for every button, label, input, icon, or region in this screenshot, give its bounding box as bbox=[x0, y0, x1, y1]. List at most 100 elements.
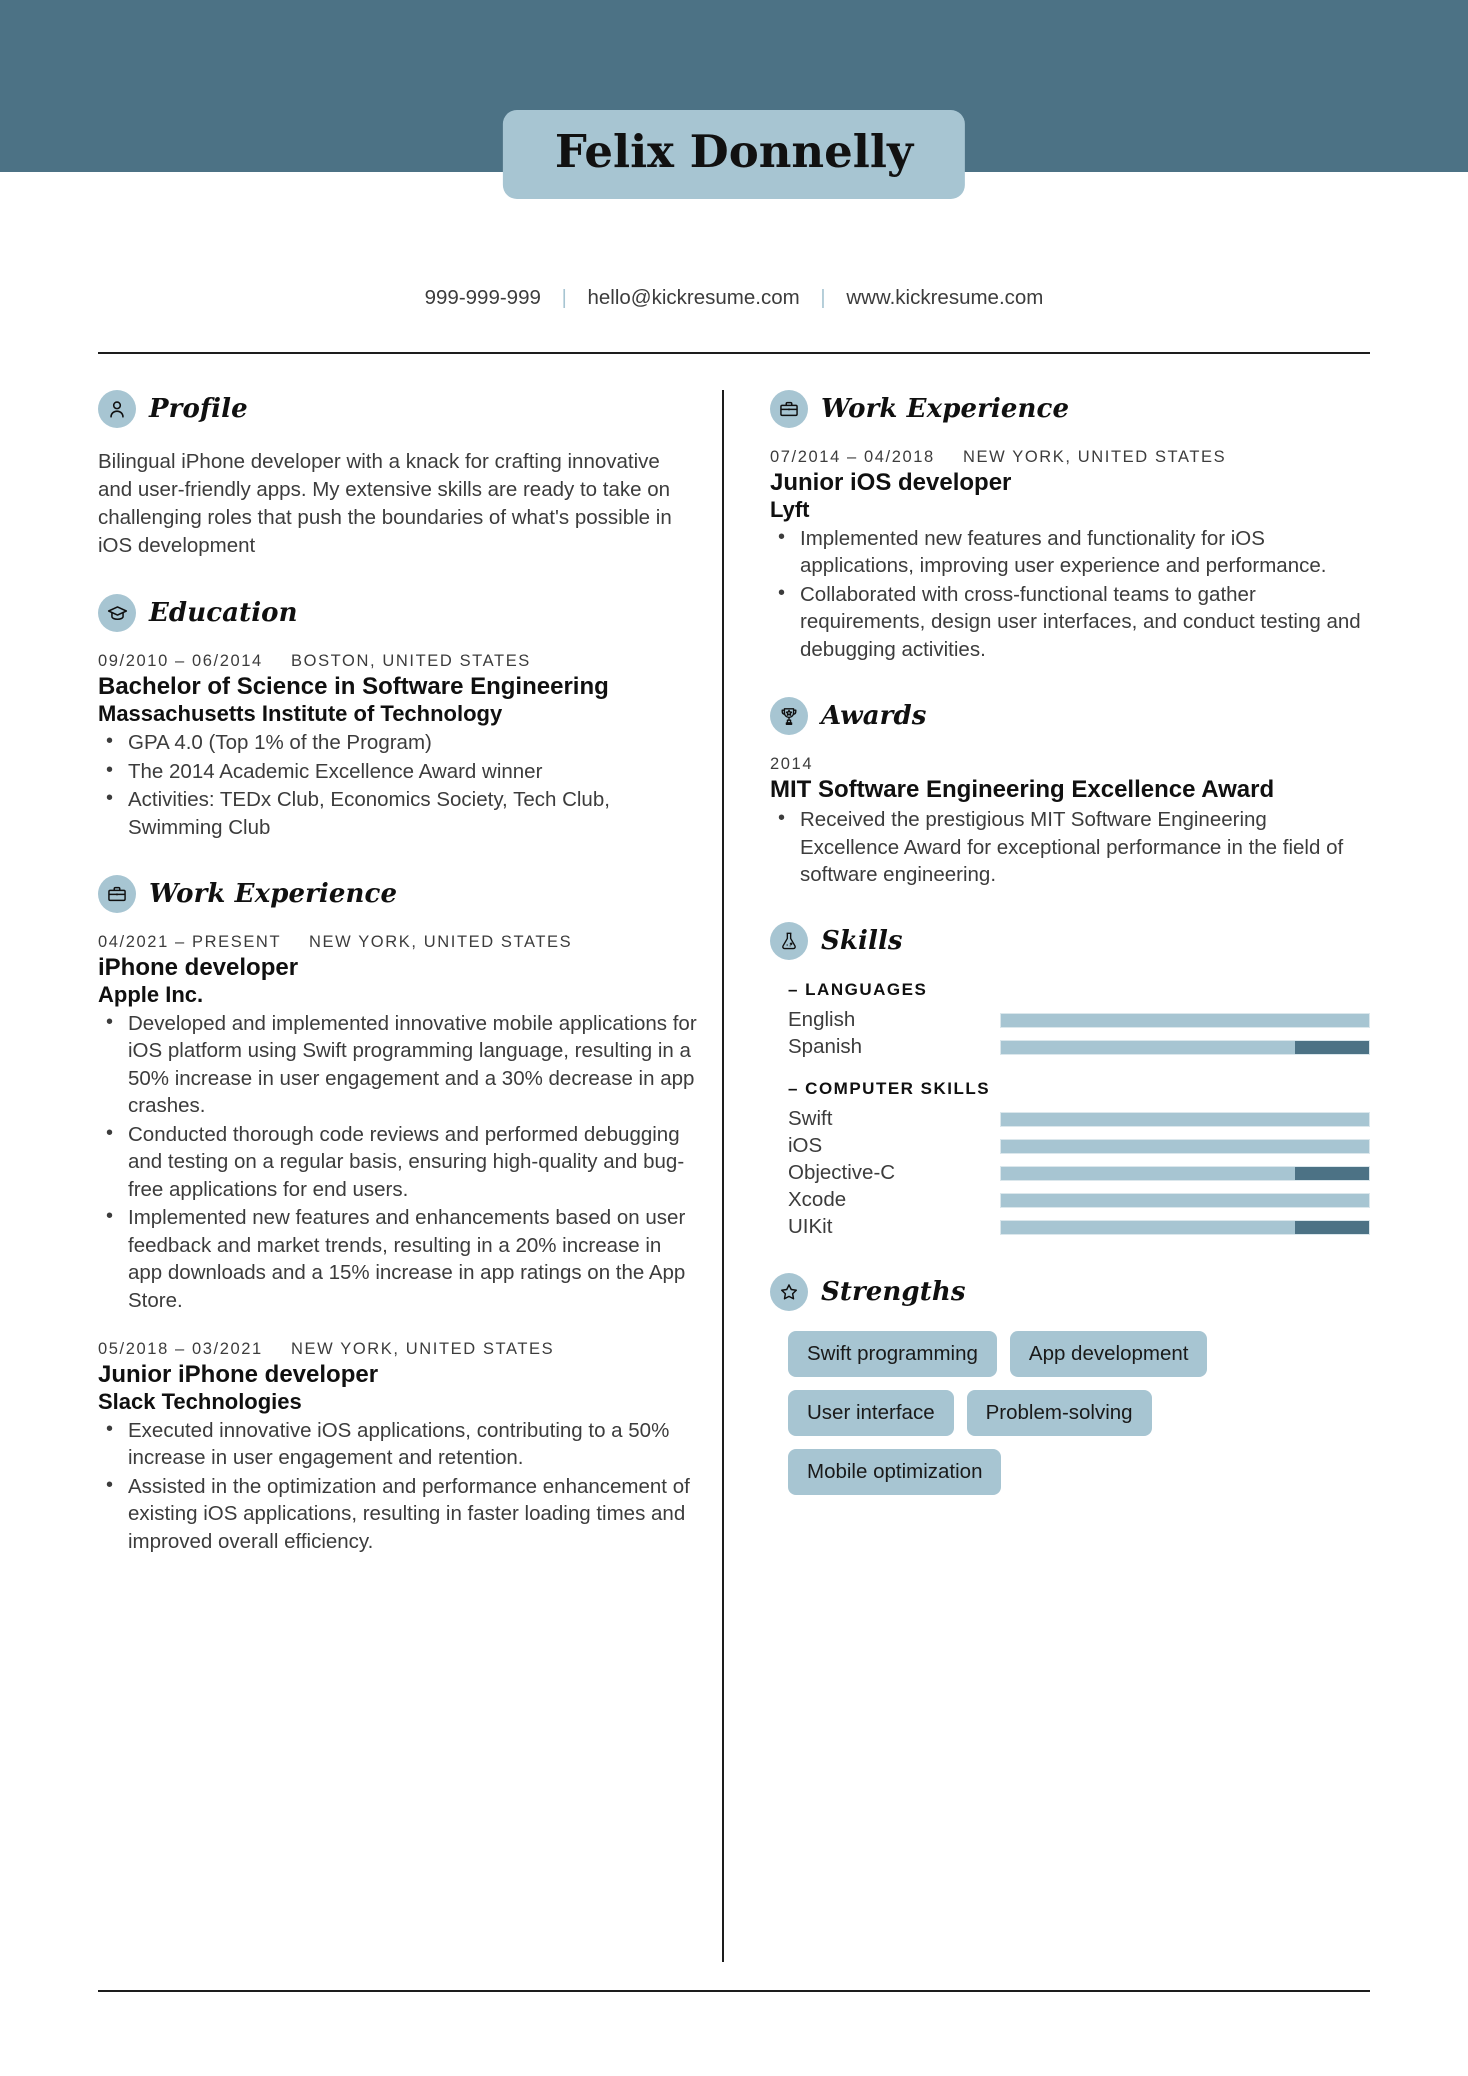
skill-bar bbox=[1000, 1192, 1370, 1208]
entry-bullet-list: Implemented new features and functionali… bbox=[770, 524, 1370, 663]
list-item: Received the prestigious MIT Software En… bbox=[770, 805, 1370, 888]
entry-meta: 2014 bbox=[770, 755, 1370, 774]
skill-name: Xcode bbox=[788, 1188, 847, 1212]
entry-meta: 05/2018 – 03/2021 NEW YORK, UNITED STATE… bbox=[98, 1340, 698, 1359]
skill-row: UIKit bbox=[770, 1215, 1370, 1239]
entry-title: MIT Software Engineering Excellence Awar… bbox=[770, 776, 1275, 804]
briefcase-icon bbox=[770, 390, 808, 428]
strengths-tag-list: Swift programming App development User i… bbox=[788, 1331, 1288, 1496]
entry-location: NEW YORK, UNITED STATES bbox=[309, 933, 573, 952]
section-title-skills: Skills bbox=[821, 926, 903, 957]
skill-bar-fill bbox=[1001, 1220, 1296, 1234]
strength-tag: Swift programming bbox=[788, 1331, 997, 1378]
skill-bar-fill bbox=[1001, 1112, 1369, 1126]
flask-icon bbox=[770, 922, 808, 961]
section-awards: Awards 2014 MIT Software Engineering Exc… bbox=[770, 697, 1370, 888]
entry-dates: 09/2010 – 06/2014 bbox=[98, 652, 263, 671]
skill-name: iOS bbox=[788, 1134, 823, 1158]
list-item: Assisted in the optimization and perform… bbox=[98, 1472, 698, 1555]
section-strengths: Strengths Swift programming App developm… bbox=[770, 1273, 1370, 1496]
skill-bar bbox=[1000, 1138, 1370, 1154]
skill-bar-fill bbox=[1001, 1193, 1369, 1207]
skill-row: Xcode bbox=[770, 1188, 1370, 1212]
work-entry: 05/2018 – 03/2021 NEW YORK, UNITED STATE… bbox=[98, 1340, 698, 1555]
list-item: Conducted thorough code reviews and perf… bbox=[98, 1120, 698, 1203]
contact-email[interactable]: hello@kickresume.com bbox=[587, 286, 799, 309]
entry-title: Bachelor of Science in Software Engineer… bbox=[98, 673, 609, 701]
entry-title: Junior iPhone developer bbox=[98, 1361, 379, 1388]
star-icon bbox=[770, 1273, 808, 1312]
skill-name: UIKit bbox=[788, 1215, 833, 1239]
entry-location: BOSTON, UNITED STATES bbox=[291, 652, 531, 671]
entry-organization: Apple Inc. bbox=[98, 981, 204, 1007]
entry-bullet-list: GPA 4.0 (Top 1% of the Program) The 2014… bbox=[98, 728, 698, 841]
section-title-awards: Awards bbox=[821, 701, 927, 732]
header-divider-rule bbox=[98, 352, 1370, 354]
skill-bar bbox=[1000, 1111, 1370, 1127]
contact-separator-2: | bbox=[820, 287, 826, 309]
skill-bar bbox=[1000, 1219, 1370, 1235]
section-header-strengths: Strengths bbox=[770, 1273, 1370, 1312]
person-icon bbox=[98, 390, 136, 428]
trophy-icon bbox=[770, 697, 808, 736]
entry-meta: 04/2021 – PRESENT NEW YORK, UNITED STATE… bbox=[98, 933, 698, 952]
skill-bar bbox=[1000, 1012, 1370, 1028]
skill-bar-fill bbox=[1001, 1166, 1296, 1180]
entry-meta: 09/2010 – 06/2014 BOSTON, UNITED STATES bbox=[98, 652, 698, 671]
section-title-work-experience-left: Work Experience bbox=[149, 879, 398, 910]
entry-bullet-list: Received the prestigious MIT Software En… bbox=[770, 805, 1370, 888]
section-title-strengths: Strengths bbox=[821, 1277, 966, 1308]
skill-bar bbox=[1000, 1165, 1370, 1181]
entry-organization: Massachusetts Institute of Technology bbox=[98, 701, 503, 727]
section-profile: Profile Bilingual iPhone developer with … bbox=[98, 390, 698, 560]
entry-dates: 05/2018 – 03/2021 bbox=[98, 1340, 263, 1358]
skill-group-computer-skills: – COMPUTER SKILLS Swift iOS Objective-C bbox=[770, 1079, 1370, 1239]
section-header-skills: Skills bbox=[770, 922, 1370, 961]
list-item: The 2014 Academic Excellence Award winne… bbox=[98, 757, 698, 785]
briefcase-icon bbox=[98, 875, 136, 914]
skill-name: Objective-C bbox=[788, 1161, 896, 1185]
contact-separator-1: | bbox=[561, 287, 567, 309]
skill-bar-fill bbox=[1001, 1040, 1296, 1054]
section-education: Education 09/2010 – 06/2014 BOSTON, UNIT… bbox=[98, 594, 698, 841]
skill-group-languages: – LANGUAGES English Spanish bbox=[770, 980, 1370, 1059]
strength-tag: Problem-solving bbox=[966, 1390, 1152, 1437]
entry-title: iPhone developer bbox=[98, 954, 299, 982]
list-item: Developed and implemented innovative mob… bbox=[98, 1009, 698, 1120]
entry-organization: Lyft bbox=[770, 496, 810, 522]
work-entry: 07/2014 – 04/2018 NEW YORK, UNITED STATE… bbox=[770, 448, 1370, 663]
name-badge: Felix Donnelly bbox=[502, 110, 966, 200]
section-header-work-experience-right: Work Experience bbox=[770, 390, 1370, 428]
skill-row: iOS bbox=[770, 1134, 1370, 1158]
page-title: Felix Donnelly bbox=[554, 125, 914, 178]
section-header-work-experience-left: Work Experience bbox=[98, 875, 698, 914]
entry-dates: 07/2014 – 04/2018 bbox=[770, 448, 935, 466]
skill-group-label: – LANGUAGES bbox=[788, 980, 928, 1000]
strength-tag: Mobile optimization bbox=[788, 1449, 1002, 1496]
skill-name: English bbox=[788, 1008, 856, 1032]
skill-name: Spanish bbox=[788, 1035, 863, 1059]
contact-row: 999-999-999 | hello@kickresume.com | www… bbox=[0, 286, 1468, 310]
skill-row: Objective-C bbox=[770, 1161, 1370, 1185]
skill-row: Spanish bbox=[770, 1035, 1370, 1059]
entry-bullet-list: Developed and implemented innovative mob… bbox=[98, 1009, 698, 1314]
list-item: Collaborated with cross-functional teams… bbox=[770, 580, 1370, 663]
entry-dates: 04/2021 – PRESENT bbox=[98, 933, 281, 952]
entry-organization: Slack Technologies bbox=[98, 1388, 302, 1414]
section-work-experience-right: Work Experience 07/2014 – 04/2018 NEW YO… bbox=[770, 390, 1370, 663]
list-item: Implemented new features and functionali… bbox=[770, 524, 1370, 580]
strength-tag: App development bbox=[1009, 1331, 1208, 1378]
contact-website[interactable]: www.kickresume.com bbox=[846, 286, 1043, 309]
footer-divider-rule bbox=[98, 1990, 1370, 1992]
list-item: GPA 4.0 (Top 1% of the Program) bbox=[98, 728, 698, 756]
right-column: Work Experience 07/2014 – 04/2018 NEW YO… bbox=[770, 390, 1370, 1529]
skill-bar-fill bbox=[1001, 1013, 1369, 1027]
contact-phone: 999-999-999 bbox=[424, 286, 541, 309]
skill-name: Swift bbox=[788, 1107, 833, 1131]
section-work-experience-left: Work Experience 04/2021 – PRESENT NEW YO… bbox=[98, 875, 698, 1555]
profile-summary-text: Bilingual iPhone developer with a knack … bbox=[98, 450, 672, 558]
list-item: Executed innovative iOS applications, co… bbox=[98, 1416, 698, 1472]
strength-tag: User interface bbox=[788, 1390, 954, 1437]
list-item: Implemented new features and enhancement… bbox=[98, 1203, 698, 1314]
section-title-profile: Profile bbox=[149, 394, 248, 424]
